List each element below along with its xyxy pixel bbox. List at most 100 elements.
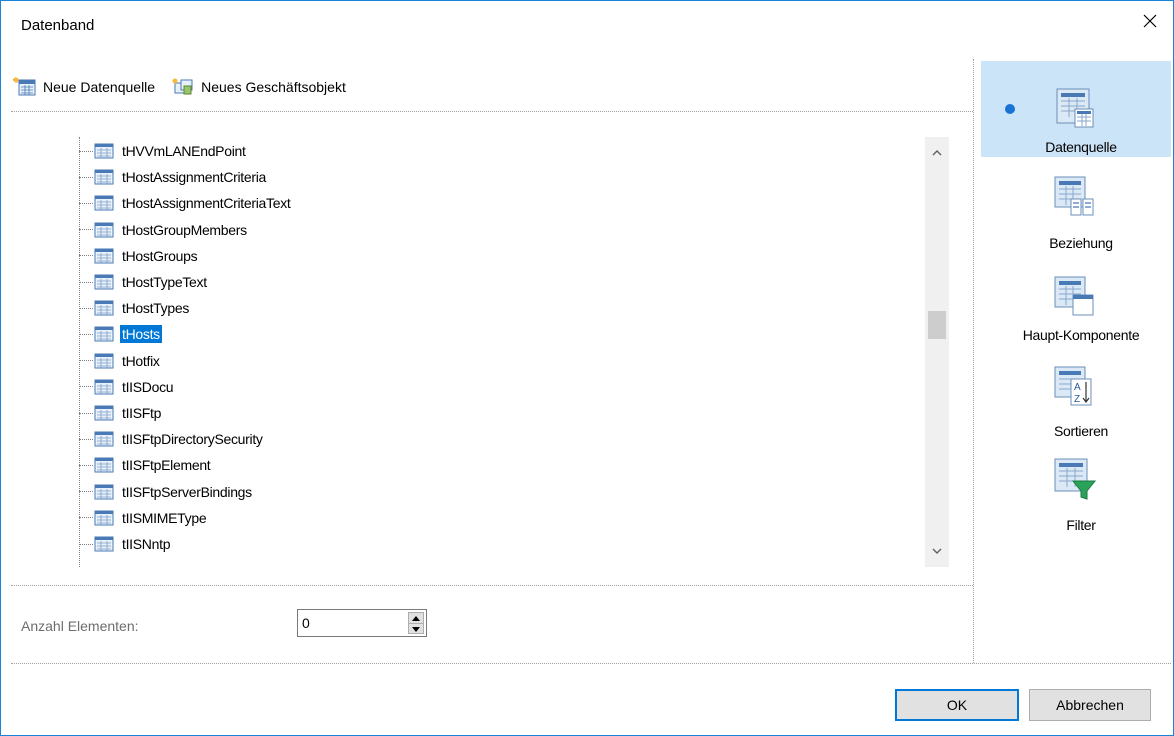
filter-icon: [1054, 458, 1097, 500]
table-icon: [93, 247, 115, 265]
side-item-filter[interactable]: Filter: [981, 439, 1171, 535]
toolbar-separator: [11, 111, 973, 112]
dialog-title: Datenband: [21, 17, 95, 34]
tree-item[interactable]: tIISNntp: [79, 531, 172, 557]
tree-connector: [79, 517, 93, 519]
tree-item-label: tHotfix: [122, 352, 160, 369]
toolbar: Neue Datenquelle Neues Geschäftsobjekt: [13, 73, 362, 101]
scroll-up-button[interactable]: [925, 141, 949, 165]
tree-item[interactable]: tHostAssignmentCriteriaText: [79, 190, 293, 216]
new-datasource-label: Neue Datenquelle: [43, 79, 156, 95]
datasource-tree[interactable]: tHVVmLANEndPoint tHostAssignmentCriteria t…: [75, 137, 925, 567]
table-icon: [93, 430, 115, 448]
tree-connector: [79, 464, 93, 466]
tree-item[interactable]: tHostTypeText: [79, 269, 209, 295]
tree-scrollbar[interactable]: [925, 137, 949, 567]
tree-item-label: tIISFtpServerBindings: [122, 483, 252, 500]
new-business-object-label: Neues Geschäftsobjekt: [201, 79, 346, 95]
tree-item[interactable]: tHotfix: [79, 348, 162, 374]
tree-connector: [79, 438, 93, 440]
svg-text:A: A: [1074, 382, 1081, 393]
close-icon: [1143, 14, 1157, 28]
tree-connector: [79, 150, 93, 152]
tree-item-selected[interactable]: tHosts: [79, 321, 162, 347]
scroll-thumb[interactable]: [928, 310, 946, 339]
tree-item-label: tIISDocu: [122, 378, 174, 395]
table-icon: [93, 142, 115, 160]
tree-connector: [79, 386, 93, 388]
tree-item-label: tHostGroups: [122, 247, 198, 264]
table-icon: [93, 325, 115, 343]
table-icon: [93, 221, 115, 239]
datasource-add-icon: [13, 77, 36, 96]
decrement-button[interactable]: [409, 623, 423, 634]
title-bar: Datenband: [1, 1, 1173, 51]
table-icon: [93, 404, 115, 422]
tree-item-label: tIISFtpElement: [122, 457, 211, 474]
arrow-down-icon: [412, 626, 420, 632]
tree-connector: [79, 307, 93, 309]
cancel-button[interactable]: Abbrechen: [1029, 689, 1151, 721]
tree-item-label: tHosts: [120, 325, 162, 344]
tree-item[interactable]: tIISFtpServerBindings: [79, 479, 254, 505]
tree-item[interactable]: tHostGroupMembers: [79, 217, 249, 243]
relation-icon: [1054, 176, 1094, 216]
tree-item[interactable]: tIISDocu: [79, 374, 175, 400]
side-panel: Datenquelle Beziehung Haupt-Komponente A…: [981, 61, 1171, 621]
tree-item[interactable]: tHostAssignmentCriteria: [79, 164, 268, 190]
tree-connector: [79, 229, 93, 231]
tree-item-label: tHostAssignmentCriteria: [122, 169, 267, 186]
chevron-down-icon: [932, 548, 942, 554]
table-icon: [93, 483, 115, 501]
scroll-down-button[interactable]: [925, 539, 949, 563]
side-item-haupt-komponente[interactable]: Haupt-Komponente: [981, 249, 1171, 345]
master-component-icon: [1054, 276, 1094, 316]
arrow-up-icon: [412, 615, 420, 621]
count-label: Anzahl Elementen:: [21, 618, 139, 634]
tree-item[interactable]: tIISFtpDirectorySecurity: [79, 426, 265, 452]
tree-connector: [79, 202, 93, 204]
new-business-object-button[interactable]: Neues Geschäftsobjekt: [171, 77, 346, 97]
tree-item-label: tHostAssignmentCriteriaText: [122, 195, 291, 212]
tree-item[interactable]: tIISMIMEType: [79, 505, 208, 531]
table-icon: [93, 299, 115, 317]
tree-connector: [79, 360, 93, 362]
svg-text:Z: Z: [1074, 394, 1080, 405]
increment-button[interactable]: [409, 613, 423, 623]
tree-connector: [79, 412, 93, 414]
table-icon: [93, 194, 115, 212]
close-button[interactable]: [1127, 1, 1173, 41]
chevron-up-icon: [932, 150, 942, 156]
side-item-beziehung[interactable]: Beziehung: [981, 157, 1171, 253]
side-item-sortieren[interactable]: A Z Sortieren: [981, 345, 1171, 441]
table-icon: [93, 509, 115, 527]
active-indicator: [1005, 104, 1015, 114]
tree-item[interactable]: tHostGroups: [79, 243, 199, 269]
sort-icon: A Z: [1054, 366, 1092, 406]
tree-item[interactable]: tIISFtp: [79, 400, 163, 426]
table-icon: [93, 168, 115, 186]
count-stepper[interactable]: [297, 609, 427, 637]
tree-connector: [79, 543, 93, 545]
tree-item[interactable]: tIISFtpElement: [79, 452, 212, 478]
side-item-label: Filter: [1066, 517, 1096, 533]
table-icon: [93, 378, 115, 396]
tree-item-label: tHVVmLANEndPoint: [122, 143, 246, 159]
tree-connector: [79, 255, 93, 257]
tree-item[interactable]: tHVVmLANEndPoint: [79, 138, 248, 164]
side-item-datenquelle[interactable]: Datenquelle: [981, 61, 1171, 157]
new-datasource-button[interactable]: Neue Datenquelle: [13, 77, 155, 97]
ok-button[interactable]: OK: [895, 689, 1019, 721]
table-icon: [93, 456, 115, 474]
datasource-icon: [1056, 88, 1094, 128]
dialog-window: Datenband Neue Datenquelle Neues Geschäf…: [0, 0, 1174, 736]
tree-item-label: tIISFtpDirectorySecurity: [122, 431, 263, 448]
count-spin-buttons[interactable]: [408, 612, 424, 634]
tree-connector: [79, 491, 93, 493]
footer-separator: [11, 663, 1171, 664]
tree-item-label: tHostTypeText: [122, 274, 207, 290]
tree-item[interactable]: tHostTypes: [79, 295, 191, 321]
count-input[interactable]: [302, 612, 398, 634]
tree-connector: [79, 281, 93, 283]
side-item-label: Datenquelle: [1045, 139, 1117, 155]
